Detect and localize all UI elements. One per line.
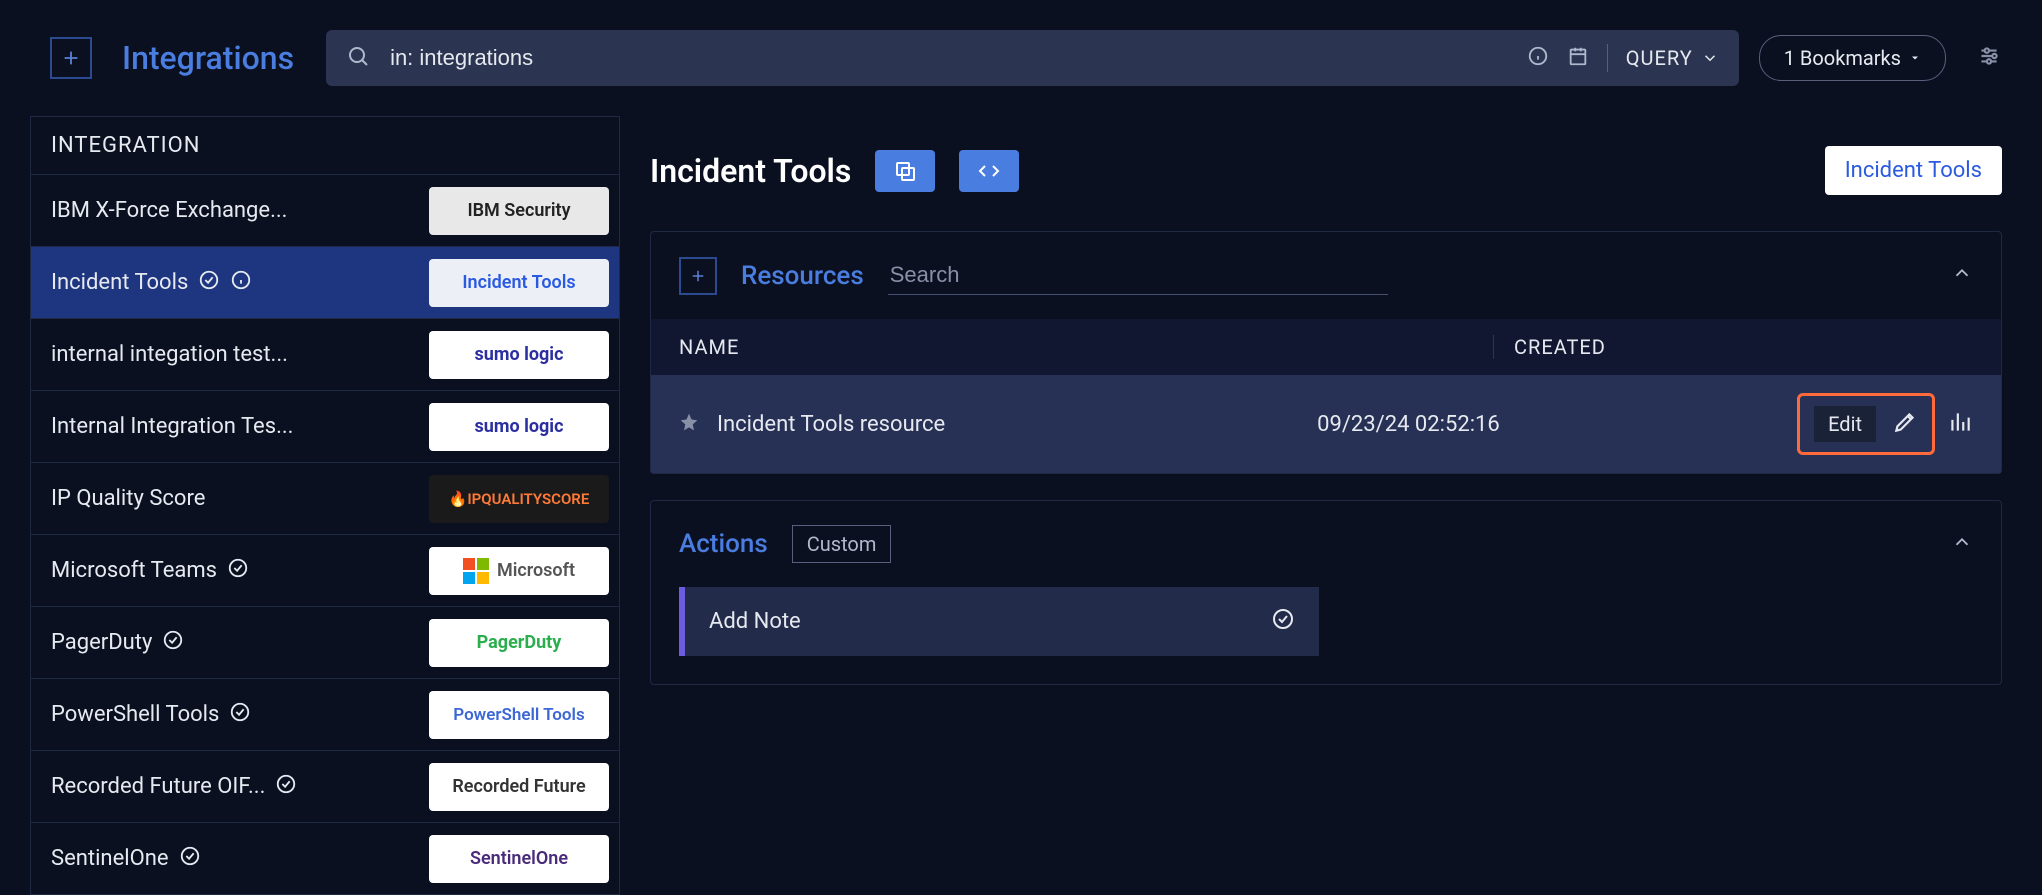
edit-tooltip: Edit (1814, 406, 1876, 442)
sidebar-item-label: Recorded Future OIF... (51, 774, 265, 799)
sidebar-item-1[interactable]: Incident Tools Incident Tools (31, 246, 619, 318)
settings-icon[interactable] (1976, 43, 2002, 74)
sidebar-item-label: internal integation test... (51, 342, 288, 367)
add-resource-button[interactable] (679, 257, 717, 295)
provider-badge: IBM Security (429, 187, 609, 235)
search-input[interactable] (390, 45, 1507, 71)
actions-panel: Actions Custom Add Note (650, 500, 2002, 685)
add-button[interactable] (50, 37, 92, 79)
resources-search-input[interactable] (888, 256, 1388, 295)
provider-badge: sumo logic (429, 331, 609, 379)
star-icon[interactable] (679, 412, 717, 437)
sidebar-item-9[interactable]: SentinelOne SentinelOne (31, 822, 619, 894)
provider-badge: PowerShell Tools (429, 691, 609, 739)
query-label: QUERY (1626, 46, 1693, 70)
stats-icon[interactable] (1947, 409, 1973, 440)
pencil-icon[interactable] (1892, 409, 1918, 440)
code-button[interactable] (959, 150, 1019, 192)
provider-badge: Recorded Future (429, 763, 609, 811)
page-title: Integrations (122, 39, 294, 77)
sidebar-item-2[interactable]: internal integation test... sumo logic (31, 318, 619, 390)
divider (1607, 44, 1608, 72)
provider-badge: sumo logic (429, 403, 609, 451)
check-icon (198, 269, 220, 296)
bookmarks-button[interactable]: 1 Bookmarks (1759, 35, 1946, 81)
sidebar-header: INTEGRATION (31, 117, 619, 174)
sidebar-item-3[interactable]: Internal Integration Tes... sumo logic (31, 390, 619, 462)
collapse-icon[interactable] (1951, 262, 1973, 289)
sidebar-item-8[interactable]: Recorded Future OIF... Recorded Future (31, 750, 619, 822)
check-icon (275, 773, 297, 800)
info-icon[interactable] (1527, 45, 1549, 72)
check-icon (1271, 607, 1295, 636)
provider-badge: PagerDuty (429, 619, 609, 667)
check-icon (162, 629, 184, 656)
provider-badge: Incident Tools (429, 259, 609, 307)
edit-highlight: Edit (1797, 393, 1935, 455)
sidebar-item-label: PagerDuty (51, 630, 152, 655)
sidebar-item-label: Microsoft Teams (51, 558, 217, 583)
sidebar-item-label: Internal Integration Tes... (51, 414, 293, 439)
check-icon (227, 557, 249, 584)
actions-title: Actions (679, 529, 768, 559)
table-row[interactable]: Incident Tools resource 09/23/24 02:52:1… (651, 375, 2001, 473)
resource-name: Incident Tools resource (717, 412, 1317, 437)
incident-tools-button[interactable]: Incident Tools (1825, 146, 2002, 195)
resources-panel: Resources NAME CREATED Incident Tools re… (650, 231, 2002, 474)
info-icon (230, 269, 252, 296)
custom-filter[interactable]: Custom (792, 525, 892, 563)
sidebar-item-label: IBM X-Force Exchange... (51, 198, 287, 223)
resource-created: 09/23/24 02:52:16 (1317, 412, 1797, 437)
sidebar-item-label: SentinelOne (51, 846, 169, 871)
query-button[interactable]: QUERY (1626, 46, 1719, 70)
provider-badge: 🔥IPQUALITYSCORE (429, 475, 609, 523)
collapse-icon[interactable] (1951, 531, 1973, 558)
sidebar-item-5[interactable]: Microsoft Teams Microsoft (31, 534, 619, 606)
sidebar-item-4[interactable]: IP Quality Score 🔥IPQUALITYSCORE (31, 462, 619, 534)
sidebar-item-label: PowerShell Tools (51, 702, 219, 727)
sidebar-item-7[interactable]: PowerShell Tools PowerShell Tools (31, 678, 619, 750)
sidebar: INTEGRATION IBM X-Force Exchange... IBM S… (30, 116, 620, 895)
check-icon (229, 701, 251, 728)
sidebar-item-0[interactable]: IBM X-Force Exchange... IBM Security (31, 174, 619, 246)
search-icon (346, 44, 370, 73)
action-item[interactable]: Add Note (679, 587, 1319, 656)
calendar-icon[interactable] (1567, 45, 1589, 72)
sidebar-item-label: Incident Tools (51, 270, 188, 295)
sidebar-item-6[interactable]: PagerDuty PagerDuty (31, 606, 619, 678)
bookmarks-label: 1 Bookmarks (1784, 46, 1901, 70)
col-created: CREATED (1493, 335, 1973, 359)
sidebar-item-label: IP Quality Score (51, 486, 205, 511)
main-title: Incident Tools (650, 152, 851, 190)
resources-title: Resources (741, 261, 864, 291)
provider-badge: SentinelOne (429, 835, 609, 883)
action-name: Add Note (709, 609, 1255, 634)
table-header: NAME CREATED (651, 319, 2001, 375)
provider-badge: Microsoft (429, 547, 609, 595)
copy-button[interactable] (875, 150, 935, 192)
check-icon (179, 845, 201, 872)
col-name: NAME (679, 335, 1493, 359)
